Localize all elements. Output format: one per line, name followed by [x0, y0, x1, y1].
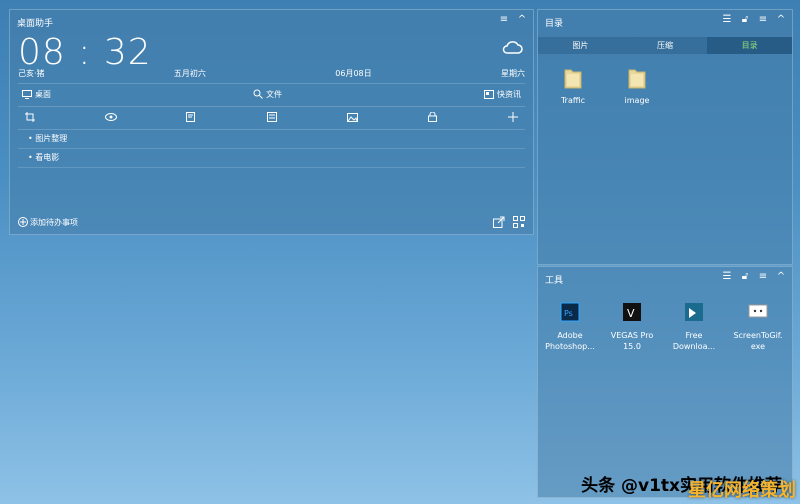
app-free-download[interactable]: Free Downloa...: [666, 301, 722, 352]
collapse-icon[interactable]: ^: [517, 14, 527, 25]
svg-text:Ps: Ps: [564, 309, 573, 318]
edit-icon[interactable]: [185, 111, 197, 123]
photoshop-icon: Ps: [560, 302, 580, 322]
tab-archive[interactable]: 压缩: [623, 37, 708, 54]
todo-item[interactable]: 图片整理: [18, 130, 525, 149]
screentogif-icon: [748, 304, 768, 318]
lock-icon[interactable]: 🔓︎: [740, 271, 750, 282]
share-icon[interactable]: [493, 216, 505, 228]
app-vegas[interactable]: V VEGAS Pro 15.0: [604, 301, 660, 352]
monitor-icon: [22, 89, 32, 99]
download-icon: [685, 303, 703, 321]
lock-icon[interactable]: 🔓︎: [740, 14, 750, 25]
list-icon[interactable]: ☰: [722, 14, 732, 25]
panel-title: 工具: [545, 276, 564, 286]
folder-icon: [564, 69, 582, 89]
crop-icon[interactable]: [24, 111, 36, 123]
nav-files[interactable]: 文件: [253, 89, 282, 100]
watermark-overlay: 星亿网络策划: [688, 480, 796, 501]
app-screentogif[interactable]: ScreenToGif. exe: [728, 301, 788, 352]
lock-icon[interactable]: [427, 111, 439, 123]
directory-panel: 目录 ☰ 🔓︎ ≡ ^ 图片 压缩 目录 Traffic image: [537, 9, 793, 265]
menu-icon[interactable]: ≡: [499, 14, 509, 25]
list-icon[interactable]: ☰: [722, 271, 732, 282]
todo-item[interactable]: 看电影: [18, 149, 525, 168]
collapse-icon[interactable]: ^: [776, 14, 786, 25]
eye-icon[interactable]: [104, 111, 117, 123]
tools-panel: 工具 ☰ 🔓︎ ≡ ^ Ps Adobe Photoshop... V VEGA…: [537, 266, 793, 498]
lunar-year: 己亥·猪: [18, 69, 45, 78]
tab-directory[interactable]: 目录: [707, 37, 793, 54]
svg-text:V: V: [627, 307, 635, 320]
clock-time: 08 : 32: [18, 32, 152, 73]
tab-images[interactable]: 图片: [538, 37, 623, 54]
weekday: 星期六: [500, 69, 525, 78]
news-icon: [484, 89, 494, 99]
folder-traffic[interactable]: Traffic: [548, 66, 598, 106]
panel-title: 目录: [545, 19, 564, 29]
folder-image[interactable]: image: [612, 66, 662, 106]
image-icon[interactable]: [346, 111, 358, 123]
calculator-icon[interactable]: [266, 111, 278, 123]
nav-desktop[interactable]: 桌面: [22, 89, 51, 100]
qrcode-icon[interactable]: [513, 216, 525, 228]
desktop-assistant-panel: 桌面助手 ≡ ^ 08 : 32 己亥·猪 五月初六 06月08日 星期六 桌面…: [9, 9, 534, 235]
add-todo-button[interactable]: 添加待办事项: [18, 217, 78, 228]
vegas-icon: V: [623, 303, 641, 321]
add-icon[interactable]: [507, 111, 519, 123]
app-photoshop[interactable]: Ps Adobe Photoshop...: [542, 301, 598, 352]
folder-icon: [628, 69, 646, 89]
menu-icon[interactable]: ≡: [758, 271, 768, 282]
collapse-icon[interactable]: ^: [776, 271, 786, 282]
weather-cloud-icon[interactable]: [501, 38, 523, 56]
nav-news[interactable]: 快资讯: [484, 89, 521, 100]
menu-icon[interactable]: ≡: [758, 14, 768, 25]
panel-title: 桌面助手: [17, 19, 54, 29]
lunar-date: 五月初六: [173, 69, 206, 78]
search-icon: [253, 89, 263, 99]
solar-date: 06月08日: [335, 69, 372, 78]
add-circle-icon: [18, 217, 28, 227]
